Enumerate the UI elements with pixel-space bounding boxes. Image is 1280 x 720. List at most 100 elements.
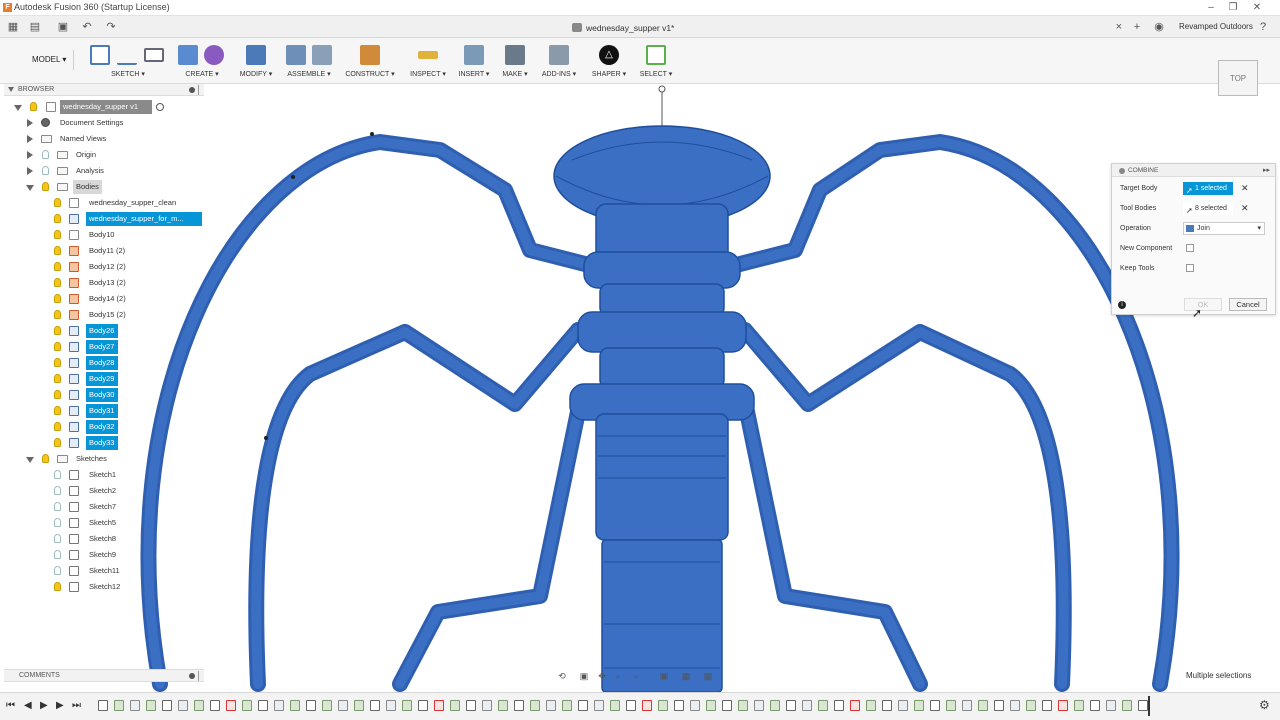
- visibility-bulb-icon[interactable]: [54, 230, 61, 239]
- timeline-prev-icon[interactable]: ◀: [24, 700, 32, 711]
- visibility-bulb-icon[interactable]: [30, 102, 37, 111]
- timeline-feature[interactable]: [546, 700, 556, 711]
- visibility-bulb-icon[interactable]: [54, 422, 61, 431]
- file-menu-icon[interactable]: ▤: [28, 20, 42, 34]
- model-body[interactable]: [553, 85, 771, 693]
- timeline-feature[interactable]: [402, 700, 412, 711]
- expand-icon[interactable]: [27, 151, 33, 159]
- pin-icon[interactable]: [189, 87, 195, 93]
- combine-dialog-header[interactable]: COMBINE ▸▸: [1112, 164, 1275, 177]
- timeline-feature[interactable]: [706, 700, 716, 711]
- comments-panel-header[interactable]: COMMENTS: [4, 669, 204, 682]
- timeline-feature[interactable]: [850, 700, 860, 711]
- offset-plane-icon[interactable]: [360, 45, 380, 65]
- insert-image-icon[interactable]: [464, 45, 484, 65]
- press-pull-icon[interactable]: [246, 45, 266, 65]
- timeline-start-icon[interactable]: ⏮: [6, 700, 15, 711]
- toolbar-group-construct[interactable]: CONSTRUCT ▾: [342, 41, 398, 81]
- timeline-feature[interactable]: [962, 700, 972, 711]
- apps-grid-icon[interactable]: ▦: [6, 20, 20, 34]
- toolbar-group-assemble[interactable]: ASSEMBLE ▾: [284, 41, 334, 81]
- collapse-icon[interactable]: [26, 185, 34, 191]
- tree-row-sketch[interactable]: Sketch5: [0, 516, 210, 530]
- toolbar-group-sketch[interactable]: SKETCH ▾: [88, 41, 168, 81]
- visibility-bulb-icon[interactable]: [54, 246, 61, 255]
- timeline-feature[interactable]: [274, 700, 284, 711]
- toolbar-group-shaper[interactable]: △ SHAPER ▾: [588, 41, 630, 81]
- timeline-feature[interactable]: [946, 700, 956, 711]
- timeline-feature[interactable]: [818, 700, 828, 711]
- toolbar-group-make[interactable]: MAKE ▾: [498, 41, 532, 81]
- toolbar-group-select[interactable]: SELECT ▾: [636, 41, 676, 81]
- timeline-feature[interactable]: [690, 700, 700, 711]
- collapse-icon[interactable]: [14, 105, 22, 111]
- expand-dialog-icon[interactable]: ▸▸: [1263, 166, 1270, 174]
- tool-bodies-selector[interactable]: ➚ 8 selected: [1183, 202, 1233, 215]
- tree-row-body[interactable]: Body33: [0, 436, 210, 450]
- timeline-play-icon[interactable]: ▶: [40, 700, 48, 711]
- user-name[interactable]: Revamped Outdoors: [1179, 22, 1253, 31]
- timeline-feature[interactable]: [194, 700, 204, 711]
- tree-row-sketch[interactable]: Sketch1: [0, 468, 210, 482]
- clear-selection-icon[interactable]: ✕: [1241, 183, 1249, 194]
- timeline-feature[interactable]: [386, 700, 396, 711]
- visibility-bulb-icon[interactable]: [54, 278, 61, 287]
- timeline-feature[interactable]: [786, 700, 796, 711]
- help-icon[interactable]: ?: [1256, 20, 1270, 34]
- viewports-icon[interactable]: ▦: [702, 670, 714, 682]
- timeline-feature[interactable]: [642, 700, 652, 711]
- timeline-feature[interactable]: [210, 700, 220, 711]
- display-settings-icon[interactable]: ▣: [658, 670, 670, 682]
- timeline-feature[interactable]: [466, 700, 476, 711]
- tree-row-sketch[interactable]: Sketch9: [0, 548, 210, 562]
- timeline-feature[interactable]: [898, 700, 908, 711]
- timeline-feature[interactable]: [242, 700, 252, 711]
- timeline-feature[interactable]: [1106, 700, 1116, 711]
- timeline-feature[interactable]: [482, 700, 492, 711]
- visibility-bulb-icon[interactable]: [54, 502, 61, 511]
- save-icon[interactable]: ▣: [56, 20, 70, 34]
- visibility-bulb-icon[interactable]: [54, 374, 61, 383]
- timeline-feature[interactable]: [498, 700, 508, 711]
- timeline-feature[interactable]: [338, 700, 348, 711]
- timeline-feature[interactable]: [722, 700, 732, 711]
- visibility-bulb-icon[interactable]: [54, 198, 61, 207]
- timeline-feature[interactable]: [178, 700, 188, 711]
- timeline-feature[interactable]: [738, 700, 748, 711]
- tree-row-body[interactable]: Body15 (2): [0, 308, 210, 322]
- visibility-bulb-icon[interactable]: [54, 470, 61, 479]
- visibility-bulb-icon[interactable]: [54, 438, 61, 447]
- timeline-feature[interactable]: [978, 700, 988, 711]
- tree-row-body[interactable]: Body12 (2): [0, 260, 210, 274]
- tree-row-body[interactable]: Body10: [0, 228, 210, 242]
- pin-icon[interactable]: [189, 673, 195, 679]
- timeline-feature[interactable]: [562, 700, 572, 711]
- viewcube[interactable]: TOP: [1218, 60, 1258, 96]
- visibility-bulb-icon[interactable]: [42, 182, 49, 191]
- measure-icon[interactable]: [418, 51, 438, 59]
- timeline-feature[interactable]: [530, 700, 540, 711]
- tree-row-sketch[interactable]: Sketch12: [0, 580, 210, 594]
- tree-row-sketch[interactable]: Sketch11: [0, 564, 210, 578]
- timeline-feature[interactable]: [258, 700, 268, 711]
- timeline-feature[interactable]: [146, 700, 156, 711]
- expand-icon[interactable]: [27, 135, 33, 143]
- new-component-icon[interactable]: [286, 45, 306, 65]
- visibility-bulb-icon[interactable]: [54, 358, 61, 367]
- tree-row-named-views[interactable]: Named Views: [0, 132, 210, 146]
- tree-row-body[interactable]: Body28: [0, 356, 210, 370]
- line-icon[interactable]: [117, 45, 137, 65]
- select-icon[interactable]: [646, 45, 666, 65]
- ok-button[interactable]: OK: [1184, 298, 1222, 311]
- timeline-feature[interactable]: [450, 700, 460, 711]
- timeline-feature[interactable]: [1074, 700, 1084, 711]
- timeline-feature[interactable]: [610, 700, 620, 711]
- timeline-feature[interactable]: [674, 700, 684, 711]
- timeline-feature[interactable]: [578, 700, 588, 711]
- visibility-bulb-icon[interactable]: [54, 310, 61, 319]
- zoom-icon[interactable]: ⌕: [612, 670, 624, 682]
- timeline-feature[interactable]: [418, 700, 428, 711]
- tree-row-body[interactable]: Body31: [0, 404, 210, 418]
- timeline-feature[interactable]: [594, 700, 604, 711]
- tree-row-body[interactable]: Body13 (2): [0, 276, 210, 290]
